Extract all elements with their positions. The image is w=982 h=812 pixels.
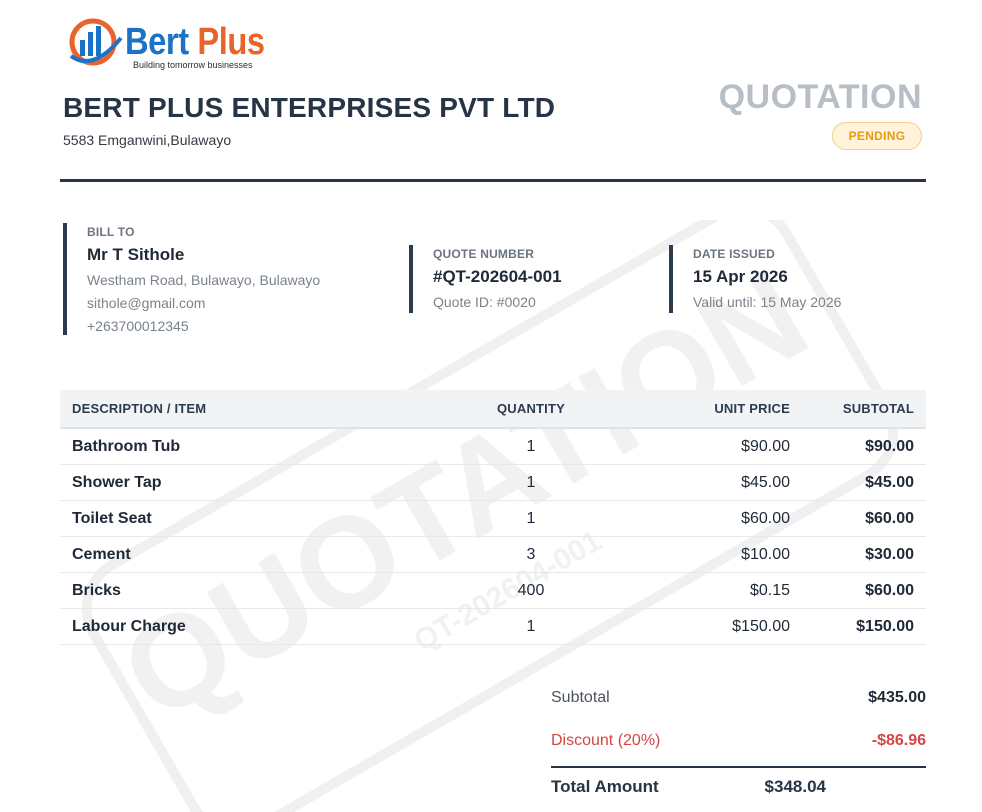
status-badge: PENDING <box>832 122 922 150</box>
item-description: Cement <box>60 536 444 573</box>
item-subtotal: $60.00 <box>802 572 926 609</box>
item-description: Shower Tap <box>60 464 444 501</box>
table-row: Toilet Seat 1 $60.00 $60.00 <box>60 500 926 537</box>
item-unit-price: $150.00 <box>618 608 802 645</box>
logo-word-primary: Bert <box>125 21 189 63</box>
quote-number: #QT-202604-001 <box>433 267 562 286</box>
header-subtotal: SUBTOTAL <box>802 390 926 429</box>
company-name: BERT PLUS ENTERPRISES PVT LTD <box>63 92 556 123</box>
item-subtotal: $30.00 <box>802 536 926 573</box>
client-email: sithole@gmail.com <box>87 295 206 311</box>
table-row: Cement 3 $10.00 $30.00 <box>60 536 926 573</box>
item-description: Bricks <box>60 572 444 609</box>
table-header-row: DESCRIPTION / ITEM QUANTITY UNIT PRICE S… <box>60 390 926 429</box>
table-row: Bathroom Tub 1 $90.00 $90.00 <box>60 428 926 465</box>
item-description: Toilet Seat <box>60 500 444 537</box>
subtotal-row: Subtotal $435.00 <box>551 680 926 723</box>
item-unit-price: $90.00 <box>618 428 802 465</box>
subtotal-label: Subtotal <box>551 689 610 706</box>
item-description: Labour Charge <box>60 608 444 645</box>
date-issued-block: DATE ISSUED 15 Apr 2026 Valid until: 15 … <box>669 245 841 313</box>
item-quantity: 1 <box>444 464 618 501</box>
company-address: 5583 Emganwini,Bulawayo <box>63 132 232 148</box>
item-unit-price: $0.15 <box>618 572 802 609</box>
total-row: Total Amount $348.04 <box>551 768 926 811</box>
item-quantity: 400 <box>444 572 618 609</box>
item-subtotal: $45.00 <box>802 464 926 501</box>
item-quantity: 1 <box>444 500 618 537</box>
totals-section: Subtotal $435.00 Discount (20%) -$86.96 … <box>551 680 926 811</box>
subtotal-value: $435.00 <box>868 689 926 706</box>
header-divider <box>60 179 926 182</box>
quote-id: Quote ID: #0020 <box>433 294 536 310</box>
item-unit-price: $60.00 <box>618 500 802 537</box>
discount-row: Discount (20%) -$86.96 <box>551 723 926 766</box>
table-row: Shower Tap 1 $45.00 $45.00 <box>60 464 926 501</box>
item-subtotal: $60.00 <box>802 500 926 537</box>
client-name: Mr T Sithole <box>87 245 185 264</box>
quotation-page: QUOTATION QT-202604-001 Bert Plus Buildi… <box>0 0 982 812</box>
items-table: DESCRIPTION / ITEM QUANTITY UNIT PRICE S… <box>60 390 926 645</box>
quote-number-label: QUOTE NUMBER <box>433 247 535 261</box>
logo-word-secondary: Plus <box>197 21 265 63</box>
bert-plus-logo-icon <box>69 18 123 66</box>
company-logo: Bert Plus Building tomorrow businesses <box>67 16 287 76</box>
item-subtotal: $150.00 <box>802 608 926 645</box>
bill-to-label: BILL TO <box>87 225 135 239</box>
date-issued: 15 Apr 2026 <box>693 267 788 286</box>
discount-label: Discount (20%) <box>551 732 661 749</box>
quote-number-block: QUOTE NUMBER #QT-202604-001 Quote ID: #0… <box>409 245 562 313</box>
logo-wordmark: Bert Plus <box>125 22 265 62</box>
total-value: $348.04 <box>764 777 826 796</box>
client-phone: +263700012345 <box>87 318 189 334</box>
header-unit-price: UNIT PRICE <box>618 390 802 429</box>
header-description: DESCRIPTION / ITEM <box>60 390 444 429</box>
client-address: Westham Road, Bulawayo, Bulawayo <box>87 272 321 288</box>
item-subtotal: $90.00 <box>802 428 926 465</box>
valid-until: Valid until: 15 May 2026 <box>693 294 842 310</box>
item-quantity: 1 <box>444 608 618 645</box>
document-title: QUOTATION <box>718 78 922 116</box>
item-quantity: 1 <box>444 428 618 465</box>
total-label: Total Amount <box>551 777 659 796</box>
bill-to-block: BILL TO Mr T Sithole Westham Road, Bulaw… <box>63 223 320 335</box>
table-row: Labour Charge 1 $150.00 $150.00 <box>60 608 926 645</box>
item-description: Bathroom Tub <box>60 428 444 465</box>
item-quantity: 3 <box>444 536 618 573</box>
item-unit-price: $45.00 <box>618 464 802 501</box>
discount-value: -$86.96 <box>871 732 926 749</box>
item-unit-price: $10.00 <box>618 536 802 573</box>
date-issued-label: DATE ISSUED <box>693 247 775 261</box>
table-row: Bricks 400 $0.15 $60.00 <box>60 572 926 609</box>
header-quantity: QUANTITY <box>444 390 618 429</box>
